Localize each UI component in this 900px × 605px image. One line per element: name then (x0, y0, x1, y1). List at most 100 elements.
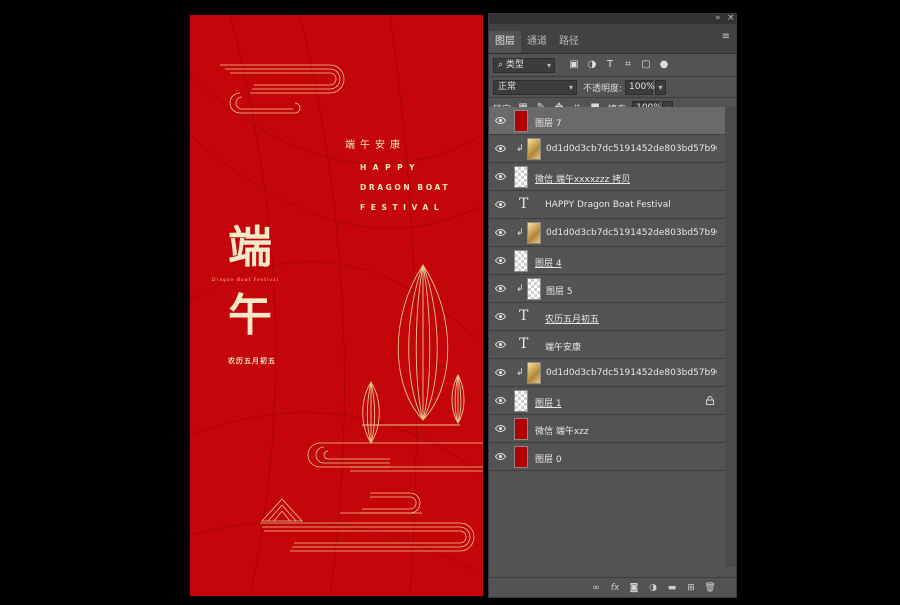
layer-row[interactable]: T 农历五月初五 (489, 303, 726, 331)
text-layer-icon: T (519, 196, 529, 212)
layer-row[interactable]: 图层 0 (489, 443, 726, 471)
filter-shape-icon[interactable]: ⌗ (622, 59, 634, 71)
poster-title-cn: 端午安康 (345, 140, 405, 151)
eye-icon[interactable] (494, 452, 507, 461)
layer-row[interactable]: 图层 1 (489, 387, 726, 415)
mask-icon[interactable]: ◙ (628, 582, 640, 594)
panel-bottom-bar: ∞ fx ◙ ◑ ▬ ⊞ 🗑 (489, 577, 736, 597)
layer-thumbnail[interactable] (514, 166, 528, 188)
layer-name[interactable]: 0d1d0d3cb7dc5191452de803bd57b90d2450... (546, 144, 717, 154)
eye-icon[interactable] (494, 200, 507, 209)
layer-row[interactable]: T HAPPY Dragon Boat Festival (489, 191, 726, 219)
layer-thumbnail[interactable] (527, 362, 541, 384)
poster-lunar-date: 农历五月初五 (228, 357, 276, 365)
eye-icon[interactable] (494, 340, 507, 349)
eye-icon[interactable] (494, 396, 507, 405)
chevron-down-icon: ▾ (546, 60, 551, 70)
lock-icon (706, 396, 714, 405)
clipping-mask-icon: ↲ (516, 284, 524, 294)
eye-icon[interactable] (494, 256, 507, 265)
layer-row[interactable]: 图层 4 (489, 247, 726, 275)
filter-toggle-icon[interactable]: ● (658, 59, 670, 71)
poster-title-en-3: FESTIVAL (360, 203, 445, 212)
link-icon[interactable]: ∞ (590, 582, 602, 594)
clipping-mask-icon: ↲ (516, 228, 524, 238)
eye-icon[interactable] (494, 312, 507, 321)
layer-name[interactable]: 图层 1 (535, 396, 562, 409)
layers-panel: » × 图层 通道 路径 ≡ ⌕ 类型 ▾ ▣ ◑ T ⌗ ▢ ● 正常 ▾ 不… (488, 13, 737, 598)
layer-list-scrollbar[interactable] (725, 107, 736, 567)
adjustment-icon[interactable]: ◑ (647, 582, 659, 594)
blend-mode-dropdown[interactable]: 正常 ▾ (493, 79, 577, 95)
layer-row[interactable]: ↲ 0d1d0d3cb7dc5191452de803bd57b90d2450... (489, 135, 726, 163)
poster-title-en-1: HAPPY (360, 163, 422, 172)
eye-icon[interactable] (494, 228, 507, 237)
layer-name[interactable]: 0d1d0d3cb7dc5191452de803bd57b90d2450... (546, 228, 717, 238)
opacity-input[interactable]: 100% (625, 79, 655, 95)
tab-paths[interactable]: 路径 (553, 31, 585, 53)
eye-icon[interactable] (494, 172, 507, 181)
layer-row[interactable]: ↲ 0d1d0d3cb7dc5191452de803bd57b90d2450... (489, 219, 726, 247)
layer-name[interactable]: 农历五月初五 (545, 312, 599, 325)
layer-list: 图层 7 ↲ 0d1d0d3cb7dc5191452de803bd57b90d245… (489, 107, 726, 472)
new-layer-icon[interactable]: ⊞ (685, 582, 697, 594)
layer-thumbnail[interactable] (514, 110, 528, 132)
blend-mode-label: 正常 (498, 81, 517, 92)
layer-row[interactable]: 微信 端午xxxxzzz 拷贝 (489, 163, 726, 191)
eye-icon[interactable] (494, 116, 507, 125)
layer-name[interactable]: 微信 端午xzz (535, 424, 589, 437)
poster-big-char-1: 端 (228, 222, 272, 273)
filter-adjustment-icon[interactable]: ◑ (586, 59, 598, 71)
tab-layers[interactable]: 图层 (489, 31, 521, 53)
opacity-label: 不透明度: (583, 83, 623, 94)
eye-icon[interactable] (494, 368, 507, 377)
poster-big-char-2: 午 (228, 290, 272, 341)
layer-name[interactable]: HAPPY Dragon Boat Festival (545, 200, 671, 210)
layer-thumbnail[interactable] (527, 138, 541, 160)
layer-name[interactable]: 0d1d0d3cb7dc5191452de803bd57b90d2450... (546, 368, 717, 378)
text-layer-icon: T (519, 336, 529, 352)
filter-row: ⌕ 类型 ▾ ▣ ◑ T ⌗ ▢ ● (489, 54, 736, 76)
filter-type-label: 类型 (505, 59, 524, 70)
layer-thumbnail[interactable] (514, 418, 528, 440)
opacity-slider-toggle[interactable]: ▾ (655, 79, 667, 95)
filter-pixel-icon[interactable]: ▣ (568, 59, 580, 71)
poster-small-en: Dragon Boat Festival (212, 278, 279, 283)
layer-thumbnail[interactable] (514, 446, 528, 468)
layer-name[interactable]: 图层 7 (535, 116, 562, 129)
layer-thumbnail[interactable] (514, 390, 528, 412)
trash-icon[interactable]: 🗑 (704, 582, 716, 594)
layer-thumbnail[interactable] (514, 250, 528, 272)
tab-channels[interactable]: 通道 (521, 31, 553, 53)
layer-row[interactable]: ↲ 0d1d0d3cb7dc5191452de803bd57b90d2450... (489, 359, 726, 387)
fx-icon[interactable]: fx (609, 582, 621, 594)
layer-name[interactable]: 图层 4 (535, 256, 562, 269)
panel-menu-icon[interactable]: ≡ (722, 31, 730, 42)
filter-smartobject-icon[interactable]: ▢ (640, 59, 652, 71)
layer-row[interactable]: 图层 7 (489, 107, 726, 135)
eye-icon[interactable] (494, 424, 507, 433)
layer-name[interactable]: 端午安康 (545, 340, 581, 353)
layer-name[interactable]: 图层 5 (546, 284, 573, 297)
layer-row[interactable]: T 端午安康 (489, 331, 726, 359)
eye-icon[interactable] (494, 144, 507, 153)
layer-thumbnail[interactable] (527, 222, 541, 244)
panel-title-bar: » × (489, 13, 736, 24)
layer-row[interactable]: ↲ 图层 5 (489, 275, 726, 303)
clipping-mask-icon: ↲ (516, 144, 524, 154)
blend-row: 正常 ▾ 不透明度: 100% ▾ (489, 77, 736, 97)
panel-tabs: 图层 通道 路径 ≡ (489, 24, 736, 54)
folder-icon[interactable]: ▬ (666, 582, 678, 594)
layer-name[interactable]: 微信 端午xxxxzzz 拷贝 (535, 172, 630, 185)
filter-text-icon[interactable]: T (604, 59, 616, 71)
poster-canvas: 端午安康 HAPPY DRAGON BOAT FESTIVAL 端 Dragon… (190, 15, 483, 596)
poster-title-en-2: DRAGON BOAT (360, 183, 451, 192)
close-icon[interactable]: × (727, 13, 735, 23)
layer-thumbnail[interactable] (527, 278, 541, 300)
collapse-icon[interactable]: » (715, 13, 721, 23)
layer-name[interactable]: 图层 0 (535, 452, 562, 465)
search-icon: ⌕ (498, 59, 504, 70)
eye-icon[interactable] (494, 284, 507, 293)
layer-row[interactable]: 微信 端午xzz (489, 415, 726, 443)
filter-type-dropdown[interactable]: ⌕ 类型 ▾ (493, 57, 555, 73)
